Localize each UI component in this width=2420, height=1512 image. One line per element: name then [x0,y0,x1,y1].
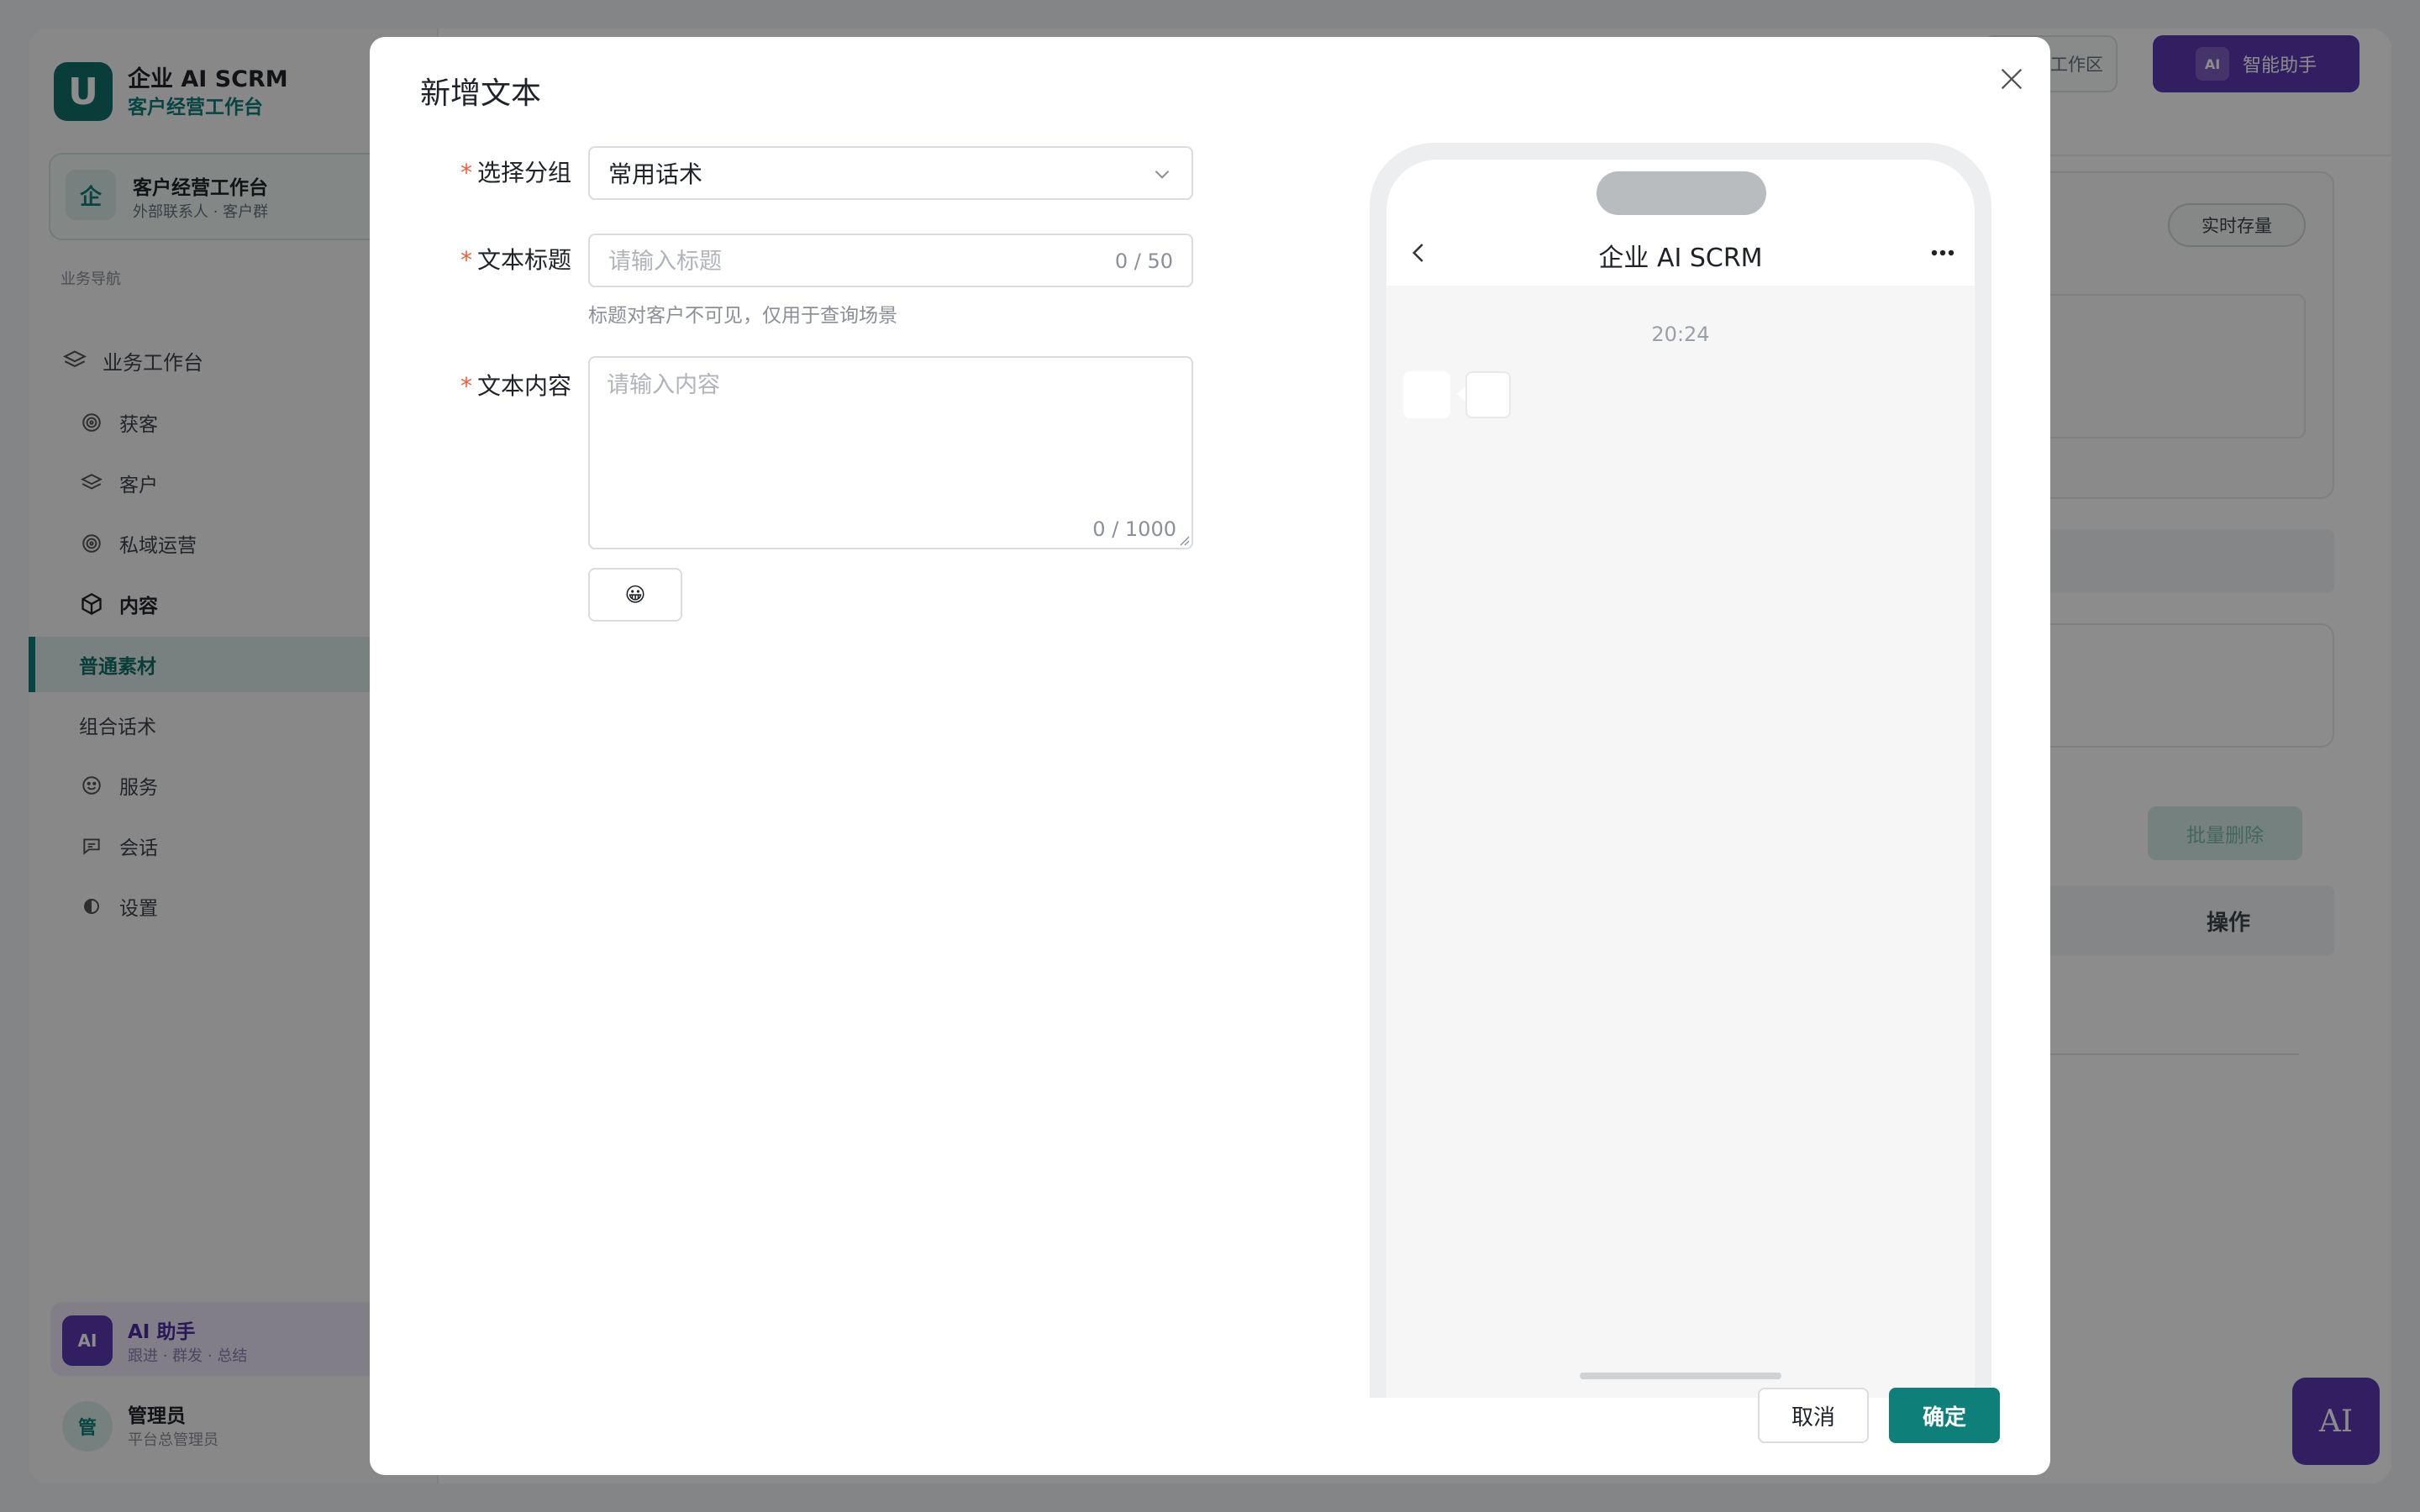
title-counter: 0 / 50 [1114,249,1173,273]
content-textarea[interactable] [607,366,1178,509]
chat-time: 20:24 [1651,323,1710,346]
add-text-dialog: 新增文本 *选择分组 常用话术 *文本标题 0 / 50 标题对客户不可见，仅用… [370,37,2050,1475]
avatar [1403,371,1450,418]
title-field[interactable]: 0 / 50 [588,234,1193,287]
message-bubble [1465,371,1511,418]
title-input[interactable] [608,245,1079,277]
content-label-text: 文本内容 [476,372,571,400]
required-mark: * [460,372,472,400]
emoji-button[interactable]: 😀 [588,568,682,622]
title-hint: 标题对客户不可见，仅用于查询场景 [588,305,897,327]
more-icon [1931,249,1954,256]
content-field[interactable]: 0 / 1000 [588,356,1193,549]
cancel-button[interactable]: 取消 [1758,1388,1869,1443]
group-label: * 选择分组 [370,155,571,188]
dialog-title: 新增文本 [420,76,542,111]
title-label-text: 文本标题 [476,246,571,274]
required-mark: * [460,159,472,186]
content-counter: 0 / 1000 [1092,517,1176,541]
preview-contact-name: 企业 AI SCRM [1598,244,1763,273]
phone-nav-bar: 企业 AI SCRM [1386,160,1975,286]
chevron-down-icon [1155,171,1170,179]
content-label: * 文本内容 [370,368,571,402]
bubble-tail [1457,386,1465,402]
title-label: * 文本标题 [370,242,571,276]
confirm-button[interactable]: 确定 [1889,1388,2000,1443]
required-mark: * [460,246,472,274]
home-indicator [1580,1373,1781,1379]
dynamic-island [1597,171,1766,215]
group-select[interactable]: 常用话术 [588,146,1193,200]
phone-screen: 企业 AI SCRM 20:24 [1386,160,1975,1398]
close-icon [2001,68,2023,90]
resize-grip-icon[interactable] [1176,533,1190,546]
phone-preview: 企业 AI SCRM 20:24 [1370,143,1991,1398]
group-select-value: 常用话术 [608,160,703,188]
group-label-text: 选择分组 [476,159,571,186]
close-button[interactable] [1990,57,2033,101]
